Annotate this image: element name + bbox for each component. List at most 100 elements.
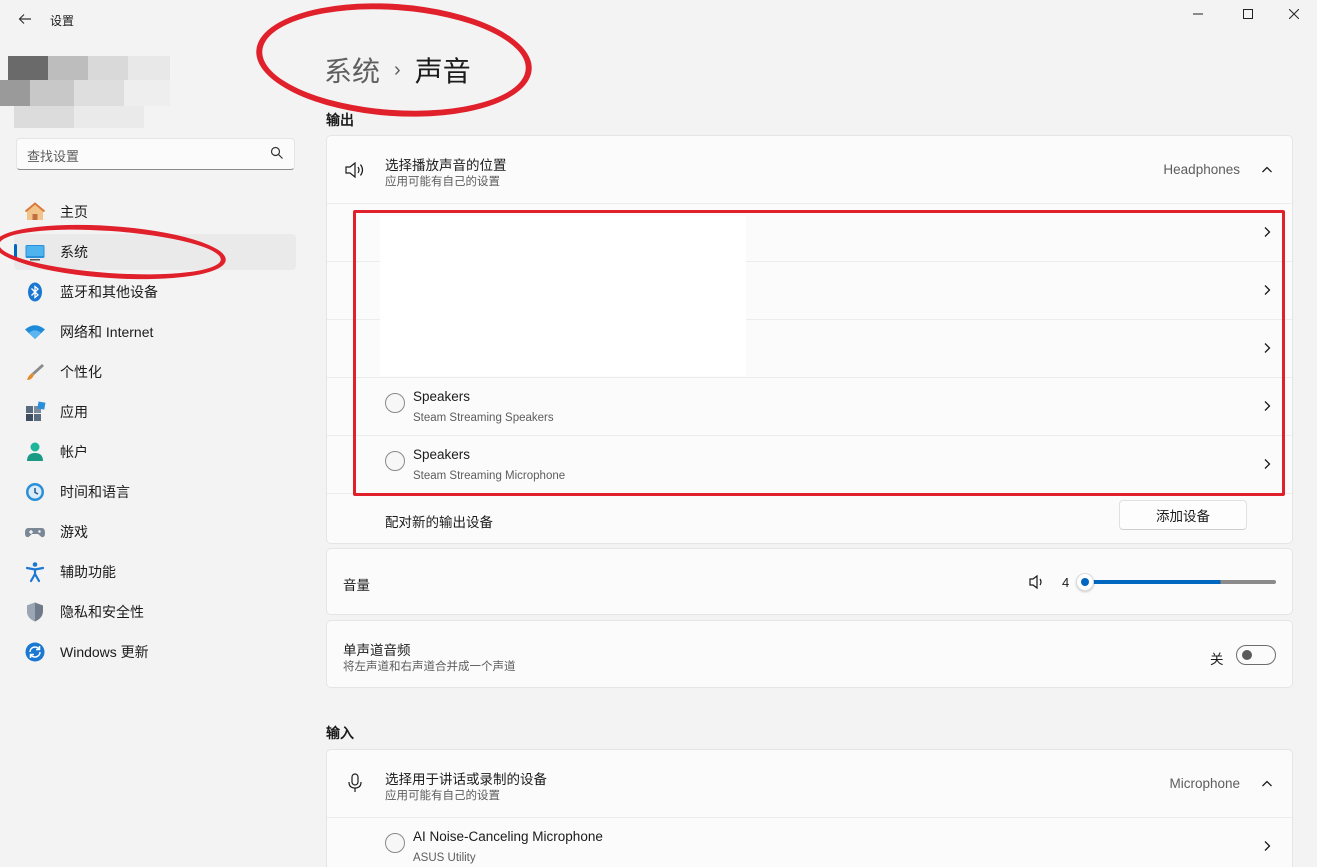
minimize-icon: [1193, 13, 1203, 15]
breadcrumb-parent[interactable]: 系统: [324, 50, 380, 90]
search-icon: [270, 146, 283, 159]
chevron-up-icon[interactable]: [1261, 164, 1273, 176]
sidebar-item-label: 应用: [60, 404, 88, 420]
sidebar-item-home[interactable]: 主页: [14, 194, 296, 230]
search-input[interactable]: 查找设置: [16, 138, 295, 170]
pair-output-device-row: 配对新的输出设备 添加设备: [327, 494, 1292, 544]
close-button[interactable]: [1282, 4, 1306, 24]
volume-card: 音量 4: [326, 548, 1293, 615]
page-title: 声音: [414, 56, 471, 87]
device-name: Speakers: [413, 447, 471, 462]
output-device-row[interactable]: Speakers Steam Streaming Microphone: [327, 436, 1292, 493]
sidebar-item-windows-update[interactable]: Windows 更新: [14, 634, 296, 670]
accessibility-icon: [24, 561, 46, 583]
device-name: AI Noise-Canceling Microphone: [413, 829, 603, 844]
device-radio[interactable]: [385, 833, 405, 853]
input-card: 选择用于讲话或录制的设备 应用可能有自己的设置 Microphone AI No…: [326, 749, 1293, 867]
app-title: 设置: [50, 14, 75, 28]
output-device-chooser[interactable]: 选择播放声音的位置 应用可能有自己的设置 Headphones: [327, 136, 1292, 203]
sidebar-item-label: 网络和 Internet: [60, 324, 154, 340]
apps-icon: [24, 401, 46, 423]
mono-audio-subtitle: 将左声道和右声道合并成一个声道: [343, 661, 516, 673]
toggle-knob: [1242, 650, 1252, 660]
sidebar-item-label: 游戏: [60, 524, 88, 540]
input-selected-device: Microphone: [1169, 776, 1240, 791]
output-chooser-title: 选择播放声音的位置: [385, 158, 507, 173]
device-detail: Steam Streaming Speakers: [413, 412, 554, 424]
input-chooser-subtitle: 应用可能有自己的设置: [385, 790, 500, 802]
update-icon: [24, 641, 46, 663]
sidebar-item-label: 隐私和安全性: [60, 604, 144, 620]
gamepad-icon: [24, 521, 46, 543]
sidebar-nav: 主页 系统 蓝牙和其他设备 网络和 Internet 个性化 应用 帐户 时间和…: [0, 190, 310, 670]
sidebar-item-system[interactable]: 系统: [14, 234, 296, 270]
chevron-right-icon: [1264, 401, 1271, 411]
sidebar-item-label: 时间和语言: [60, 484, 130, 500]
sidebar-item-label: 蓝牙和其他设备: [60, 284, 158, 300]
system-icon: [24, 241, 46, 263]
input-device-row[interactable]: AI Noise-Canceling Microphone ASUS Utili…: [327, 818, 1292, 867]
chevron-right-icon: [1264, 227, 1271, 237]
chevron-right-icon: [1264, 343, 1271, 353]
speaker-icon: [345, 161, 364, 179]
volume-speaker-icon[interactable]: [1028, 574, 1046, 590]
search-placeholder: 查找设置: [27, 149, 80, 164]
add-device-button[interactable]: 添加设备: [1119, 500, 1247, 530]
breadcrumb-separator: ›: [394, 58, 401, 81]
sidebar-item-time-language[interactable]: 时间和语言: [14, 474, 296, 510]
sidebar-item-label: Windows 更新: [60, 644, 149, 660]
output-section-label: 输出: [326, 112, 354, 128]
mono-audio-title: 单声道音频: [343, 643, 411, 658]
device-detail: Steam Streaming Microphone: [413, 470, 566, 482]
account-avatar-blurred[interactable]: [0, 50, 175, 130]
mono-audio-toggle[interactable]: [1236, 645, 1276, 665]
sidebar-item-privacy[interactable]: 隐私和安全性: [14, 594, 296, 630]
clock-icon: [24, 481, 46, 503]
redaction-block: [380, 216, 746, 376]
maximize-button[interactable]: [1236, 4, 1260, 24]
sidebar-item-accessibility[interactable]: 辅助功能: [14, 554, 296, 590]
input-device-chooser[interactable]: 选择用于讲话或录制的设备 应用可能有自己的设置 Microphone: [327, 750, 1292, 817]
volume-slider-thumb-core: [1081, 578, 1089, 586]
home-icon: [24, 201, 46, 223]
minimize-button[interactable]: [1186, 4, 1210, 24]
device-radio[interactable]: [385, 451, 405, 471]
volume-slider-thumb[interactable]: [1076, 573, 1094, 591]
sidebar-item-accounts[interactable]: 帐户: [14, 434, 296, 470]
active-indicator: [14, 244, 17, 260]
sidebar-item-label: 个性化: [60, 364, 102, 380]
microphone-icon: [348, 773, 362, 792]
account-icon: [24, 441, 46, 463]
sidebar-item-label: 系统: [60, 244, 88, 260]
sidebar-item-label: 主页: [60, 204, 88, 220]
device-detail: ASUS Utility: [413, 852, 476, 864]
title-bar: 设置: [0, 0, 1317, 40]
sidebar-item-gaming[interactable]: 游戏: [14, 514, 296, 550]
output-device-row[interactable]: Speakers Steam Streaming Speakers: [327, 378, 1292, 435]
volume-label: 音量: [343, 578, 370, 593]
maximize-icon: [1243, 9, 1253, 19]
mono-audio-state: 关: [1210, 652, 1224, 667]
sidebar-item-personalization[interactable]: 个性化: [14, 354, 296, 390]
volume-value: 4: [1062, 575, 1070, 590]
pair-output-label: 配对新的输出设备: [385, 515, 493, 530]
bluetooth-icon: [24, 281, 46, 303]
breadcrumb: 系统 › 声音: [324, 50, 471, 90]
chevron-up-icon[interactable]: [1261, 778, 1273, 790]
sidebar-item-apps[interactable]: 应用: [14, 394, 296, 430]
close-icon: [1289, 9, 1299, 19]
sidebar-item-network[interactable]: 网络和 Internet: [14, 314, 296, 350]
shield-icon: [24, 601, 46, 623]
output-chooser-subtitle: 应用可能有自己的设置: [385, 176, 500, 188]
back-arrow-icon: [18, 14, 31, 24]
device-radio[interactable]: [385, 393, 405, 413]
chevron-right-icon: [1264, 841, 1271, 851]
brush-icon: [24, 361, 46, 383]
output-selected-device: Headphones: [1163, 162, 1240, 177]
chevron-right-icon: [1264, 285, 1271, 295]
sidebar-item-bluetooth[interactable]: 蓝牙和其他设备: [14, 274, 296, 310]
back-button[interactable]: [14, 8, 36, 30]
device-name: Speakers: [413, 389, 471, 404]
sidebar-item-label: 帐户: [60, 444, 88, 460]
volume-slider-track[interactable]: [1077, 580, 1276, 584]
